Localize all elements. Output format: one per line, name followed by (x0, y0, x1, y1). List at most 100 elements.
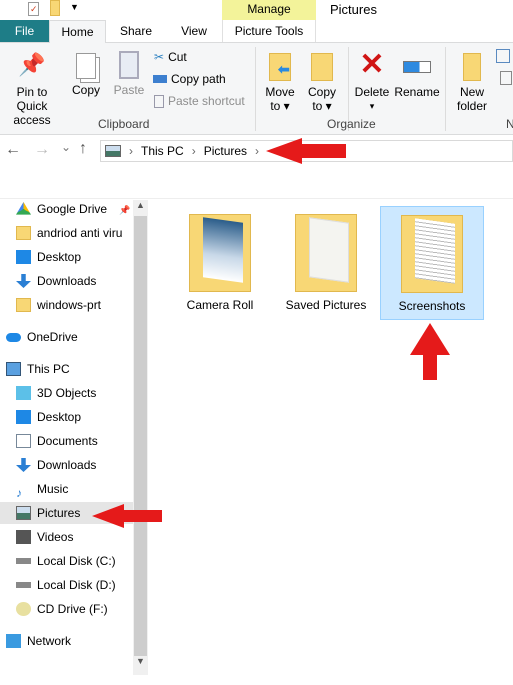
nav-item-label: This PC (27, 362, 70, 376)
nav-item-label: Documents (37, 434, 98, 448)
nav-item-label: OneDrive (27, 330, 78, 344)
tab-home[interactable]: Home (49, 20, 106, 43)
network-icon (6, 634, 21, 648)
tab-file[interactable]: File (0, 20, 49, 42)
desktop-icon (16, 250, 31, 264)
nav-item-label: Videos (37, 530, 74, 544)
new-folder-icon (463, 53, 481, 81)
nav-item-this-pc[interactable]: This PC (6, 358, 133, 380)
nav-item-label: andriod anti viru (37, 226, 123, 240)
copy-path-icon (153, 75, 167, 83)
pin-icon: 📌 (119, 205, 131, 215)
label: access (13, 113, 51, 127)
crumb-pictures[interactable]: Pictures (204, 144, 247, 158)
pictures-icon (16, 506, 31, 520)
label: ▾ (369, 101, 375, 111)
window-title: Pictures (330, 2, 377, 17)
scroll-down-icon[interactable]: ▼ (133, 656, 148, 672)
paste-button[interactable]: Paste (110, 49, 148, 97)
nav-item-label: Google Drive (37, 202, 108, 216)
nav-item-label: 3D Objects (37, 386, 97, 400)
forward-button[interactable]: → (34, 141, 50, 159)
back-button[interactable]: ← (5, 141, 21, 159)
clipboard-group-label: Clipboard (98, 117, 150, 131)
nav-item-label: Music (37, 482, 69, 496)
divider (445, 47, 446, 131)
copy-to-button[interactable]: Copy to ▾ (304, 49, 340, 113)
tab-share[interactable]: Share (106, 20, 166, 42)
manage-tab[interactable]: Manage (222, 0, 316, 20)
nav-item-3d-objects[interactable]: 3D Objects (16, 382, 133, 404)
easy-access-icon[interactable] (500, 71, 512, 85)
folder-camera-roll[interactable]: Camera Roll (168, 206, 272, 320)
crumb-sep: › (129, 144, 133, 158)
nav-item-downloads[interactable]: Downloads (16, 270, 133, 292)
nav-item-local-disk-c[interactable]: Local Disk (C:) (16, 550, 133, 572)
pin-icon: 📌 (18, 52, 46, 77)
nav-item-label: Downloads (37, 274, 97, 288)
new-folder-button[interactable]: New folder (452, 49, 492, 113)
label: Copy (71, 83, 100, 97)
ribbon: 📌 Pin to Quick access Copy Paste ✂ Cut Cop… (0, 42, 513, 135)
delete-button[interactable]: ✕ Delete ▾ (352, 49, 392, 113)
nav-item-desktop[interactable]: Desktop (16, 406, 133, 428)
downloads-icon (16, 458, 31, 472)
crumb-sep: › (191, 144, 196, 158)
nav-item-network[interactable]: Network (6, 630, 133, 652)
nav-item-local-disk-d[interactable]: Local Disk (D:) (16, 574, 133, 596)
copy-path-button[interactable]: Copy path (153, 69, 226, 89)
scroll-thumb[interactable] (134, 216, 147, 656)
recent-locations-button[interactable]: ⌄ (61, 140, 71, 154)
label: Rename (394, 85, 440, 99)
label: Paste shortcut (168, 94, 245, 108)
scroll-up-icon[interactable]: ▲ (133, 200, 148, 216)
delete-icon: ✕ (359, 48, 385, 81)
up-button[interactable]: ↑ (79, 140, 87, 158)
nav-item-downloads[interactable]: Downloads (16, 454, 133, 476)
nav-item-documents[interactable]: Documents (16, 430, 133, 452)
folder-icon (189, 214, 251, 292)
tab-picture-tools[interactable]: Picture Tools (222, 20, 316, 42)
3d-objects-icon (16, 386, 31, 400)
new-item-icon[interactable] (496, 49, 510, 63)
scissors-icon: ✂ (154, 50, 165, 64)
copy-button[interactable]: Copy (68, 49, 104, 97)
nav-item-videos[interactable]: Videos (16, 526, 133, 548)
cut-button[interactable]: ✂ Cut (154, 47, 187, 67)
crumb-sep[interactable]: › (255, 144, 259, 158)
new-folder-quick-icon[interactable] (50, 0, 60, 16)
rename-button[interactable]: Rename (394, 49, 440, 99)
folder-label: Saved Pictures (285, 298, 367, 312)
folder-screenshots[interactable]: Screenshots (380, 206, 484, 320)
nav-item-cd-drive-f[interactable]: CD Drive (F:) (16, 598, 133, 620)
label: Cut (168, 50, 187, 64)
this-pc-icon (6, 362, 21, 376)
label: to ▾ (312, 99, 332, 113)
local-disk-icon (16, 558, 31, 564)
rename-icon (403, 61, 431, 73)
move-to-button[interactable]: ⬅ Move to ▾ (262, 49, 298, 113)
folder-icon (295, 214, 357, 292)
nav-item-label: windows-prt (37, 298, 102, 312)
properties-icon[interactable]: ✓ (28, 2, 39, 16)
pin-to-quick-access-button[interactable]: 📌 Pin to Quick access (0, 49, 64, 127)
nav-item-windows-prt[interactable]: windows-prt (16, 294, 133, 316)
nav-item-google-drive[interactable]: Google Drive (16, 198, 133, 220)
folder-saved-pictures[interactable]: Saved Pictures (274, 206, 378, 320)
nav-item-label: Network (27, 634, 72, 648)
onedrive-icon (6, 332, 21, 342)
crumb-this-pc[interactable]: This PC (141, 144, 184, 158)
nav-item-desktop[interactable]: Desktop (16, 246, 133, 268)
paste-shortcut-icon (154, 94, 164, 108)
folder-icon (16, 298, 31, 312)
customize-toolbar-icon[interactable]: ▼ (70, 2, 79, 12)
nav-scrollbar[interactable]: ▲ ▼ (133, 200, 148, 675)
nav-item-andriod-anti-viru[interactable]: andriod anti viru (16, 222, 133, 244)
tab-view[interactable]: View (166, 20, 222, 42)
paste-shortcut-button[interactable]: Paste shortcut (154, 91, 245, 111)
nav-item-music[interactable]: ♪ Music (16, 478, 133, 500)
quick-access-toolbar: ✓ ▼ (0, 0, 90, 20)
nav-item-onedrive[interactable]: OneDrive (6, 326, 133, 348)
label: New (459, 85, 484, 99)
divider (255, 47, 256, 131)
